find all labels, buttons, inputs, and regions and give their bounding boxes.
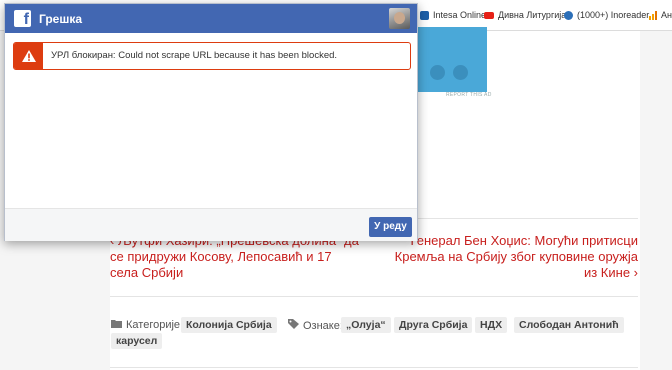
bookmark-divna-liturgija[interactable]: Дивна Литургија [484,10,566,20]
bookmark-intesa[interactable]: Intesa Online [420,10,486,20]
bookmark-label: (1000+) Inoreader [577,10,650,20]
tag-item[interactable]: карусел [111,333,163,349]
avatar[interactable] [389,8,410,29]
inoreader-icon [564,10,573,20]
analytics-icon [649,10,657,20]
tag-icon [288,319,299,332]
report-ad-link[interactable]: REPORT THIS AD [446,92,492,98]
page-right-margin [640,31,672,370]
bookmark-label: Intesa Online [433,10,487,20]
bookmark-inoreader[interactable]: (1000+) Inoreader [564,10,649,20]
category-tag[interactable]: Колонија Србија [181,317,277,333]
ad-circle-icon [453,65,468,80]
ad-circle-icon [430,65,445,80]
tag-item[interactable]: Друга Србија [394,317,473,333]
advertisement-banner[interactable] [418,27,487,92]
divider [110,367,638,368]
dialog-header: f Грешка [5,4,417,33]
tag-item[interactable]: НДХ [475,317,508,333]
error-dialog: f Грешка УРЛ блокиран: Could not scrape … [4,3,418,241]
divider [110,296,638,297]
tag-item[interactable]: Слободан Антонић [514,317,624,333]
folder-icon [111,319,122,331]
youtube-icon [484,11,494,19]
bookmark-label: Ана [661,10,672,20]
categories-label: Категорије: [126,319,184,331]
tags-meta: Ознаке: [288,319,343,332]
ok-button[interactable]: У реду [369,217,412,237]
error-icon [14,43,43,69]
tags-label: Ознаке: [303,319,343,332]
bookmark-analytics[interactable]: Ана [649,10,672,20]
tag-item[interactable]: „Олуја“ [341,317,391,333]
facebook-logo-icon: f [14,10,31,27]
dialog-title: Грешка [39,12,83,26]
error-message-text: УРЛ блокиран: Could not scrape URL becau… [51,50,338,61]
bookmark-label: Дивна Литургија [498,10,567,20]
error-message-box: УРЛ блокиран: Could not scrape URL becau… [13,42,411,70]
categories-meta: Категорије: [111,319,183,331]
dialog-footer: У реду [5,208,417,241]
intesa-icon [420,10,429,20]
